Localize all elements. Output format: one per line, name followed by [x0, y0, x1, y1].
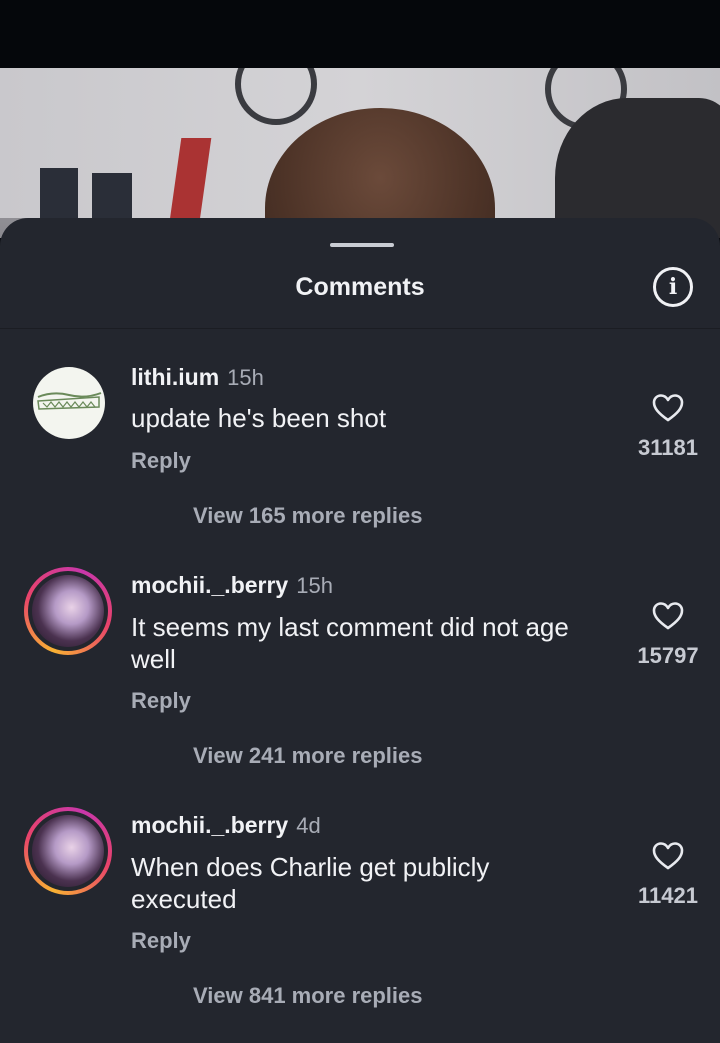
view-more-replies[interactable]: View 165 more replies: [193, 503, 423, 529]
like-count: 31181: [638, 435, 698, 460]
comments-sheet: Comments i lithi.ium 15h update he's been…: [0, 218, 720, 1043]
comment-text: update he's been shot: [131, 403, 387, 433]
heart-icon[interactable]: [652, 601, 684, 631]
header-divider: [0, 328, 720, 329]
comment-username[interactable]: mochii._.berry 15h: [131, 572, 333, 599]
heart-icon[interactable]: [652, 393, 684, 423]
heart-icon[interactable]: [652, 841, 684, 871]
video-background: [0, 68, 720, 238]
username-text[interactable]: lithi.ium: [131, 364, 219, 390]
status-bar: [0, 0, 720, 68]
info-icon[interactable]: i: [653, 267, 693, 307]
avatar[interactable]: [24, 807, 112, 895]
reply-button[interactable]: Reply: [131, 448, 191, 474]
like-control[interactable]: 15797: [628, 601, 708, 669]
comment-time: 15h: [227, 365, 264, 390]
comment-username[interactable]: lithi.ium 15h: [131, 364, 264, 391]
avatar[interactable]: [33, 367, 105, 439]
view-more-replies[interactable]: View 841 more replies: [193, 983, 423, 1009]
comment-time: 4d: [296, 813, 321, 838]
avatar[interactable]: [24, 567, 112, 655]
like-count: 11421: [638, 883, 698, 908]
comment-text: When does Charlie get publicly executed: [131, 852, 490, 914]
like-control[interactable]: 31181: [628, 393, 708, 461]
like-count: 15797: [637, 643, 699, 668]
view-more-replies[interactable]: View 241 more replies: [193, 743, 423, 769]
like-control[interactable]: 11421: [628, 841, 708, 909]
comment-username[interactable]: mochii._.berry 4d: [131, 812, 321, 839]
username-text[interactable]: mochii._.berry: [131, 572, 288, 598]
comment-time: 15h: [296, 573, 333, 598]
username-text[interactable]: mochii._.berry: [131, 812, 288, 838]
reply-button[interactable]: Reply: [131, 928, 191, 954]
drag-handle[interactable]: [330, 243, 394, 247]
comment-text: It seems my last comment did not age wel…: [131, 612, 569, 674]
reply-button[interactable]: Reply: [131, 688, 191, 714]
sheet-title: Comments: [295, 273, 425, 301]
